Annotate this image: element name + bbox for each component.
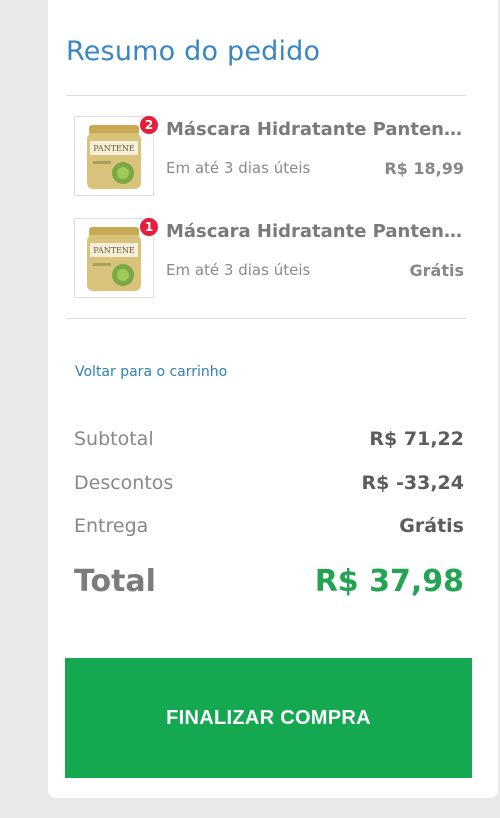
checkout-button[interactable]: FINALIZAR COMPRA bbox=[65, 658, 472, 778]
total-value: R$ 37,98 bbox=[314, 564, 464, 599]
total-row: Total R$ 37,98 bbox=[74, 564, 464, 604]
cart-item[interactable]: PANTENE 2 Máscara Hidratante Pantene Res… bbox=[74, 116, 466, 198]
quantity-badge: 1 bbox=[140, 218, 158, 236]
quantity-badge: 2 bbox=[140, 116, 158, 134]
discounts-row: Descontos R$ -33,24 bbox=[74, 472, 464, 500]
discounts-label: Descontos bbox=[74, 472, 174, 494]
subtotal-row: Subtotal R$ 71,22 bbox=[74, 428, 464, 456]
subtotal-label: Subtotal bbox=[74, 428, 154, 450]
delivery-label: Entrega bbox=[74, 515, 149, 537]
back-to-cart-link[interactable]: Voltar para o carrinho bbox=[75, 364, 227, 380]
item-shipping: Em até 3 dias úteis bbox=[166, 261, 311, 279]
divider bbox=[66, 318, 466, 319]
discounts-value: R$ -33,24 bbox=[361, 472, 464, 494]
item-price: Grátis bbox=[409, 261, 464, 280]
divider bbox=[66, 95, 466, 96]
item-name[interactable]: Máscara Hidratante Pantene Restauração bbox=[166, 119, 466, 140]
subtotal-value: R$ 71,22 bbox=[369, 428, 464, 450]
svg-text:PANTENE: PANTENE bbox=[93, 246, 135, 255]
cart-item[interactable]: PANTENE 1 Máscara Hidratante Pantene Res… bbox=[74, 218, 466, 300]
delivery-row: Entrega Grátis bbox=[74, 515, 464, 543]
item-shipping: Em até 3 dias úteis bbox=[166, 159, 311, 177]
item-price: R$ 18,99 bbox=[384, 159, 464, 178]
order-summary-card: Resumo do pedido PANTENE 2 Máscara Hidra… bbox=[48, 0, 498, 798]
item-name[interactable]: Máscara Hidratante Pantene Restauração bbox=[166, 221, 466, 242]
delivery-value: Grátis bbox=[399, 515, 464, 537]
summary-title: Resumo do pedido bbox=[66, 36, 321, 67]
svg-text:PANTENE: PANTENE bbox=[93, 144, 135, 153]
total-label: Total bbox=[74, 564, 156, 599]
